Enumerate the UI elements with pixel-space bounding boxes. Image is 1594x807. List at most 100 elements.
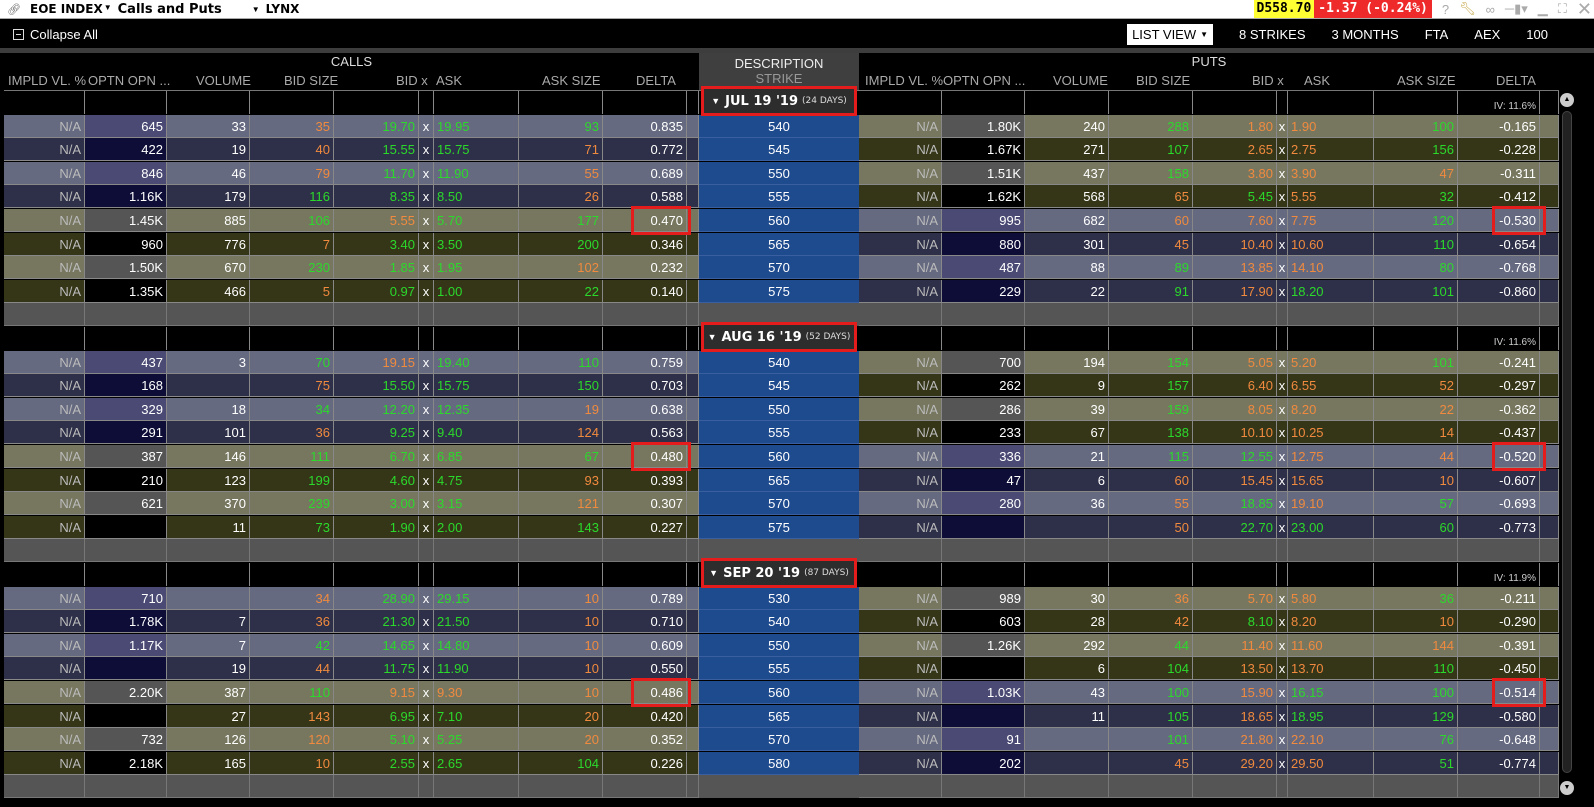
call-ask-size-cell[interactable]: 102 (519, 256, 603, 280)
chain-row[interactable]: N/A 1.45K 885 106 5.55 x 5.70 177 0.470 N/A 995 682… (4, 209, 1559, 232)
call-ask-size-cell[interactable]: 10 (519, 633, 603, 657)
call-bid-cell[interactable]: 5.55 (334, 209, 419, 232)
call-ask-cell[interactable]: 6.85 (434, 445, 519, 468)
chain-row[interactable]: N/A 291 101 36 9.25 x 9.40 124 0.563 N/A 233 67 138 1… (4, 421, 1559, 445)
call-bid-size-cell[interactable]: 5 (250, 279, 334, 303)
put-ask-cell[interactable]: 29.50 (1288, 751, 1374, 775)
call-delta-cell[interactable]: 0.835 (603, 114, 687, 138)
put-delta-cell[interactable]: -0.165 (1458, 114, 1540, 138)
put-ask-size-cell[interactable]: 57 (1374, 492, 1458, 516)
calls-col-header-ask[interactable]: ASK (436, 73, 462, 88)
call-ask-cell[interactable]: 29.15 (434, 586, 519, 610)
call-ask-cell[interactable]: 21.50 (434, 610, 519, 634)
calls-col-header-volume[interactable]: VOLUME (196, 73, 251, 88)
call-ask-cell[interactable]: 15.75 (434, 138, 519, 162)
call-impl-vol-cell[interactable]: N/A (4, 209, 85, 232)
put-volume-cell[interactable]: 194 (1025, 350, 1109, 374)
call-impl-vol-cell[interactable]: N/A (4, 138, 85, 162)
chain-row[interactable]: N/A 1.35K 466 5 0.97 x 1.00 22 0.140 N/A 229 22 91 17… (4, 279, 1559, 303)
put-open-interest-cell[interactable]: 336 (942, 445, 1025, 468)
puts-col-header-bid-size[interactable]: BID SIZE (1136, 73, 1190, 88)
call-impl-vol-cell[interactable]: N/A (4, 586, 85, 610)
call-ask-cell[interactable]: 1.00 (434, 279, 519, 303)
call-volume-cell[interactable]: 11 (167, 515, 250, 539)
call-ask-size-cell[interactable]: 20 (519, 704, 603, 728)
call-delta-cell[interactable]: 0.638 (603, 397, 687, 421)
call-impl-vol-cell[interactable]: N/A (4, 279, 85, 303)
strike-cell[interactable]: 550 (699, 397, 859, 421)
call-ask-size-cell[interactable]: 26 (519, 185, 603, 209)
call-bid-size-cell[interactable]: 239 (250, 492, 334, 516)
put-open-interest-cell[interactable] (942, 704, 1025, 728)
call-open-interest-cell[interactable]: 168 (85, 374, 167, 398)
call-ask-size-cell[interactable]: 22 (519, 279, 603, 303)
put-delta-cell[interactable]: -0.768 (1458, 256, 1540, 280)
call-delta-cell[interactable]: 0.470 (603, 209, 687, 232)
call-bid-size-cell[interactable]: 110 (250, 681, 334, 704)
chain-row[interactable]: N/A 1.17K 7 42 14.65 x 14.80 10 0.609 N/A 1.26K 292… (4, 633, 1559, 657)
call-open-interest-cell[interactable]: 437 (85, 350, 167, 374)
call-impl-vol-cell[interactable]: N/A (4, 161, 85, 185)
put-open-interest-cell[interactable]: 1.51K (942, 161, 1025, 185)
put-open-interest-cell[interactable]: 280 (942, 492, 1025, 516)
put-ask-size-cell[interactable]: 100 (1374, 114, 1458, 138)
call-impl-vol-cell[interactable]: N/A (4, 232, 85, 256)
put-ask-cell[interactable]: 11.60 (1288, 633, 1374, 657)
call-bid-size-cell[interactable]: 143 (250, 704, 334, 728)
put-impl-vol-cell[interactable]: N/A (859, 633, 942, 657)
expiration-toggle[interactable]: ▼ AUG 16 '19 (52 DAYS) (701, 322, 857, 352)
call-delta-cell[interactable]: 0.550 (603, 657, 687, 681)
put-bid-cell[interactable]: 21.80 (1193, 728, 1277, 752)
put-bid-size-cell[interactable]: 138 (1109, 421, 1193, 445)
put-bid-size-cell[interactable]: 158 (1109, 161, 1193, 185)
call-ask-size-cell[interactable]: 10 (519, 681, 603, 704)
put-bid-cell[interactable]: 6.40 (1193, 374, 1277, 398)
put-volume-cell[interactable] (1025, 515, 1109, 539)
call-ask-size-cell[interactable]: 10 (519, 610, 603, 634)
chain-row[interactable]: N/A 2.18K 165 10 2.55 x 2.65 104 0.226 N/A 202 45 29… (4, 751, 1559, 775)
put-bid-size-cell[interactable]: 115 (1109, 445, 1193, 468)
put-impl-vol-cell[interactable]: N/A (859, 657, 942, 681)
call-bid-cell[interactable]: 3.40 (334, 232, 419, 256)
put-ask-cell[interactable]: 5.55 (1288, 185, 1374, 209)
put-ask-size-cell[interactable]: 101 (1374, 279, 1458, 303)
call-bid-size-cell[interactable]: 116 (250, 185, 334, 209)
call-bid-cell[interactable]: 2.55 (334, 751, 419, 775)
put-impl-vol-cell[interactable]: N/A (859, 138, 942, 162)
call-delta-cell[interactable]: 0.703 (603, 374, 687, 398)
put-impl-vol-cell[interactable]: N/A (859, 515, 942, 539)
strike-cell[interactable]: 555 (699, 421, 859, 445)
call-impl-vol-cell[interactable]: N/A (4, 728, 85, 752)
put-ask-cell[interactable]: 7.75 (1288, 209, 1374, 232)
put-ask-cell[interactable]: 18.95 (1288, 704, 1374, 728)
call-impl-vol-cell[interactable]: N/A (4, 681, 85, 704)
put-ask-size-cell[interactable]: 10 (1374, 468, 1458, 492)
put-bid-cell[interactable]: 3.80 (1193, 161, 1277, 185)
call-delta-cell[interactable]: 0.609 (603, 633, 687, 657)
call-open-interest-cell[interactable]: 1.78K (85, 610, 167, 634)
calls-col-header-impl-vol[interactable]: IMPLD VL. % (8, 73, 86, 88)
call-volume-cell[interactable]: 387 (167, 681, 250, 704)
put-delta-cell[interactable]: -0.297 (1458, 374, 1540, 398)
put-ask-cell[interactable]: 13.70 (1288, 657, 1374, 681)
strikes-selector[interactable]: 8 STRIKES (1239, 27, 1305, 42)
call-ask-size-cell[interactable]: 121 (519, 492, 603, 516)
put-volume-cell[interactable]: 11 (1025, 704, 1109, 728)
put-open-interest-cell[interactable] (942, 657, 1025, 681)
put-delta-cell[interactable]: -0.773 (1458, 515, 1540, 539)
scroll-thumb[interactable] (1562, 111, 1572, 773)
chain-row[interactable]: N/A 645 33 35 19.70 x 19.95 93 0.835 N/A 1.80K 240 2… (4, 114, 1559, 138)
put-open-interest-cell[interactable]: 1.03K (942, 681, 1025, 704)
call-delta-cell[interactable]: 0.352 (603, 728, 687, 752)
call-bid-size-cell[interactable]: 73 (250, 515, 334, 539)
put-bid-size-cell[interactable]: 100 (1109, 681, 1193, 704)
multiplier[interactable]: 100 (1526, 27, 1548, 42)
calls-col-header-bid-size[interactable]: BID SIZE (284, 73, 338, 88)
put-bid-cell[interactable]: 15.90 (1193, 681, 1277, 704)
put-bid-size-cell[interactable]: 101 (1109, 728, 1193, 752)
put-open-interest-cell[interactable]: 487 (942, 256, 1025, 280)
puts-col-header-open-int[interactable]: OPTN OPN ... (943, 73, 1025, 88)
call-delta-cell[interactable]: 0.689 (603, 161, 687, 185)
put-ask-size-cell[interactable]: 51 (1374, 751, 1458, 775)
put-bid-cell[interactable]: 8.10 (1193, 610, 1277, 634)
